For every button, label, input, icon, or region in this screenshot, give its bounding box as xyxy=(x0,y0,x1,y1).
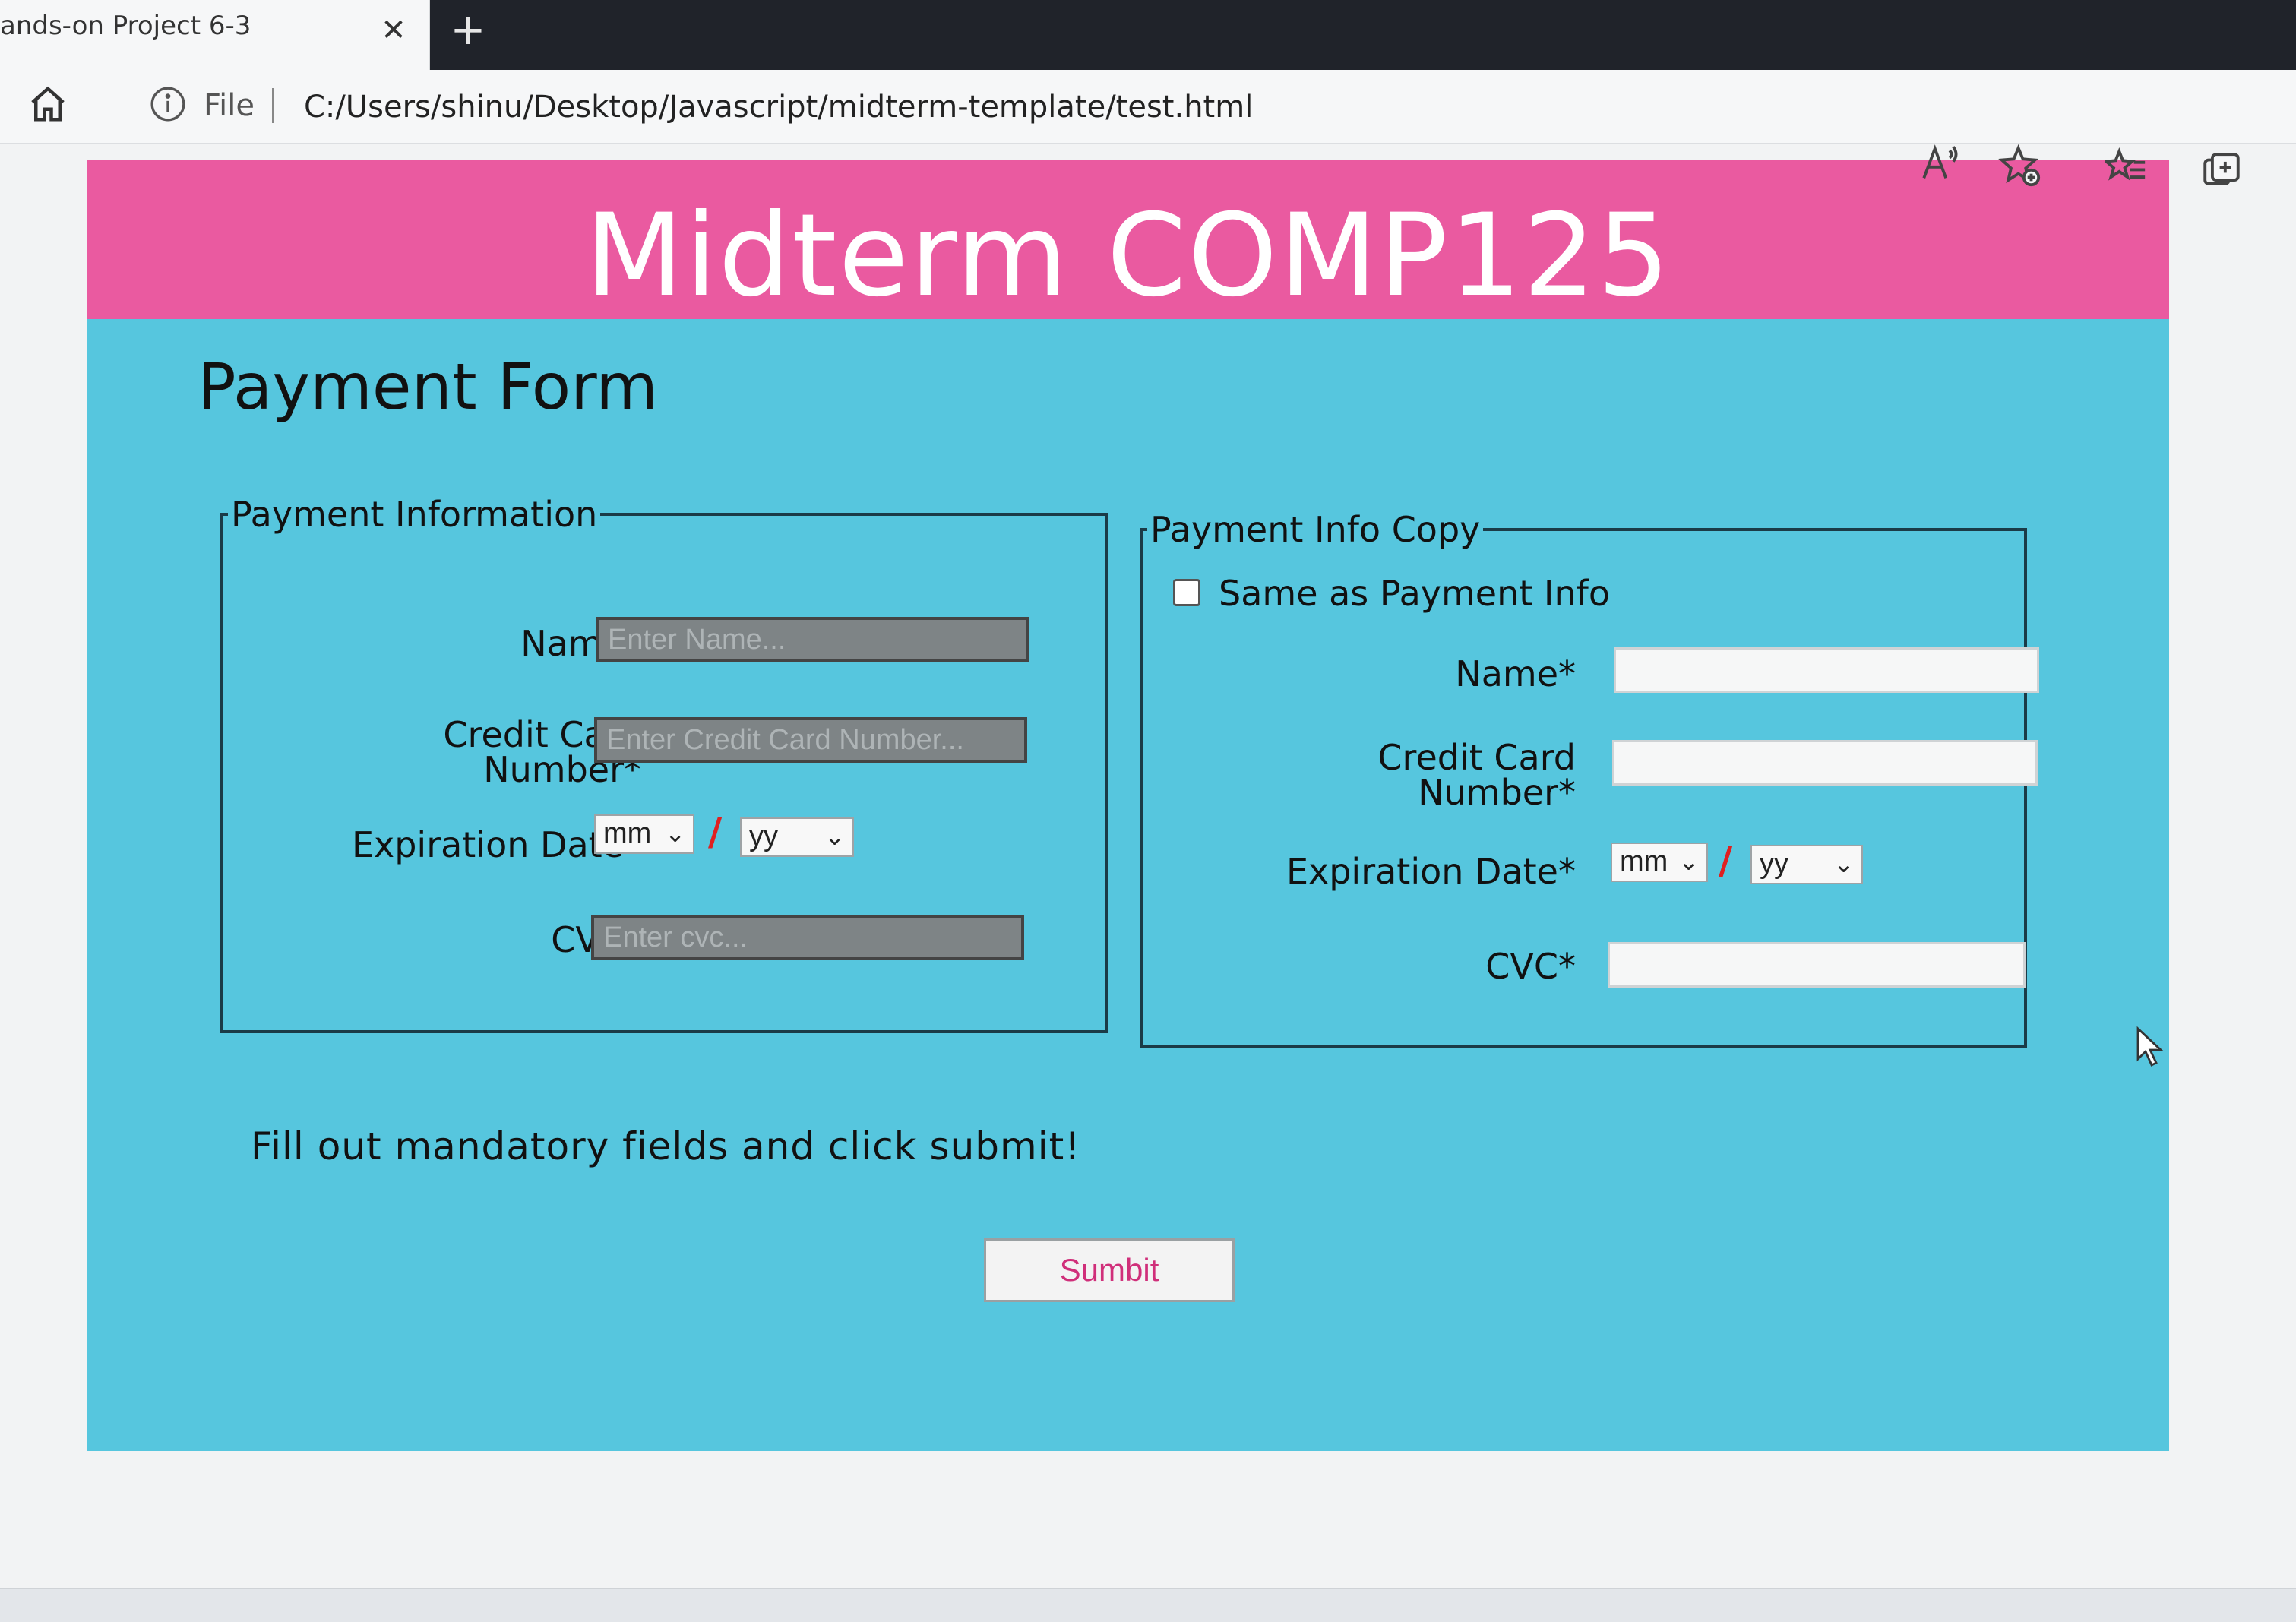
close-tab-icon[interactable]: ✕ xyxy=(377,14,410,47)
cvc-input[interactable] xyxy=(591,915,1024,960)
browser-tab[interactable]: ands-on Project 6-3 ✕ xyxy=(0,0,430,70)
copy-card-number-input[interactable] xyxy=(1612,740,2038,786)
copy-cvc-input[interactable] xyxy=(1608,942,2026,988)
address-url[interactable]: C:/Users/shinu/Desktop/Javascript/midter… xyxy=(304,90,1253,125)
banner-title: Midterm COMP125 xyxy=(585,190,1671,322)
payment-information-legend: Payment Information xyxy=(231,494,598,535)
submit-button[interactable]: Sumbit xyxy=(984,1238,1235,1302)
exp-year-value: yy xyxy=(749,820,778,852)
page-viewport: Midterm COMP125 Payment Form Payment Inf… xyxy=(0,144,2296,1588)
form-container: Midterm COMP125 Payment Form Payment Inf… xyxy=(87,160,2169,1451)
card-number-label: Credit Card Number* xyxy=(315,717,641,787)
new-tab-button[interactable]: + xyxy=(447,9,489,52)
copy-exp-month-select[interactable]: mm ⌄ xyxy=(1611,843,1708,882)
header-banner: Midterm COMP125 xyxy=(87,160,2169,322)
read-aloud-icon[interactable] xyxy=(1918,141,1962,185)
tab-strip: ands-on Project 6-3 ✕ + xyxy=(0,0,2296,70)
expiration-date-label: Expiration Date* xyxy=(351,824,641,865)
copy-date-separator: / xyxy=(1719,839,1733,883)
copy-exp-month-value: mm xyxy=(1620,846,1668,877)
add-favorite-icon[interactable] xyxy=(1998,144,2042,188)
exp-month-value: mm xyxy=(603,817,652,849)
copy-expiration-date-label: Expiration Date* xyxy=(1286,851,1576,892)
copy-card-number-label-line1: Credit Card xyxy=(1377,737,1576,778)
card-number-input[interactable] xyxy=(594,717,1027,763)
os-taskbar xyxy=(0,1588,2296,1622)
scheme-label: File xyxy=(204,88,255,123)
card-number-label-line1: Credit Card xyxy=(443,714,641,755)
copy-card-number-label-line2: Number* xyxy=(1418,772,1576,813)
name-input[interactable] xyxy=(596,617,1029,662)
page-title: Payment Form xyxy=(198,349,659,424)
payment-information-fieldset: Payment Information Name* Credit Card Nu… xyxy=(220,494,1108,1033)
collections-icon[interactable] xyxy=(2200,149,2244,193)
copy-name-label: Name* xyxy=(1455,653,1576,694)
copy-cvc-label: CVC* xyxy=(1485,946,1576,987)
exp-month-select[interactable]: mm ⌄ xyxy=(594,814,694,854)
same-as-payment-label[interactable]: Same as Payment Info xyxy=(1219,573,1610,614)
site-info-icon[interactable] xyxy=(149,85,187,123)
copy-exp-year-value: yy xyxy=(1760,848,1788,880)
same-as-payment-checkbox[interactable] xyxy=(1173,579,1200,606)
chevron-down-icon: ⌄ xyxy=(1678,848,1699,875)
exp-year-select[interactable]: yy ⌄ xyxy=(740,817,854,857)
date-separator: / xyxy=(708,810,723,854)
payment-info-copy-fieldset: Payment Info Copy Same as Payment Info N… xyxy=(1140,509,2039,1048)
chevron-down-icon: ⌄ xyxy=(1833,850,1854,877)
copy-card-number-label: Credit Card Number* xyxy=(1249,740,1576,810)
tab-title: ands-on Project 6-3 xyxy=(0,11,251,41)
mouse-cursor-icon xyxy=(2136,1026,2164,1067)
address-divider xyxy=(272,88,274,123)
chevron-down-icon: ⌄ xyxy=(824,823,845,850)
home-icon[interactable] xyxy=(27,84,68,125)
chevron-down-icon: ⌄ xyxy=(665,820,685,847)
copy-name-input[interactable] xyxy=(1614,647,2039,693)
browser-toolbar: File C:/Users/shinu/Desktop/Javascript/m… xyxy=(0,70,2296,144)
favorites-icon[interactable] xyxy=(2105,146,2149,190)
instruction-text: Fill out mandatory fields and click subm… xyxy=(251,1124,1081,1168)
card-number-label-line2: Number* xyxy=(483,749,641,790)
copy-exp-year-select[interactable]: yy ⌄ xyxy=(1750,845,1863,884)
payment-info-copy-legend: Payment Info Copy xyxy=(1150,509,1481,550)
